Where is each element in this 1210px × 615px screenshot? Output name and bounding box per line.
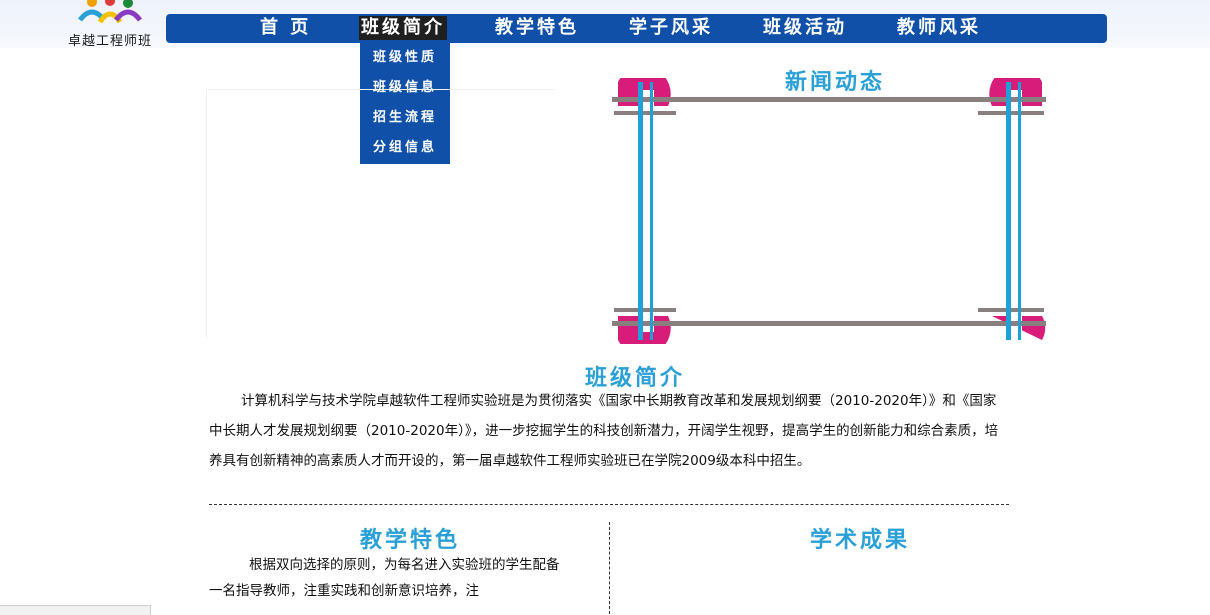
nav-item-class-intro[interactable]: 班级简介 (359, 16, 447, 40)
section-divider (209, 504, 1009, 505)
nav-item-teachers[interactable]: 教师风采 (897, 16, 981, 40)
logo-text: 卓越工程师班 (67, 34, 152, 49)
nav-item-activities[interactable]: 班级活动 (763, 16, 847, 40)
nav-item-teaching[interactable]: 教学特色 (495, 16, 579, 40)
teaching-text: 根据双向选择的原则，为每名进入实验班的学生配备一名指导教师，注重实践和创新意识培… (209, 557, 560, 599)
site-logo[interactable]: 卓越工程师班 (60, 0, 160, 49)
academic-title: 学术成果 (809, 527, 910, 553)
dropdown-item-class-nature[interactable]: 班级性质 (360, 43, 450, 73)
teaching-title: 教学特色 (359, 527, 460, 553)
slideshow-area (206, 89, 555, 338)
intro-text: 计算机科学与技术学院卓越软件工程师实验班是为贯彻落实《国家中长期教育改革和发展规… (209, 393, 999, 469)
nav-item-students[interactable]: 学子风采 (629, 16, 713, 40)
column-divider (609, 522, 610, 614)
logo-figures-icon (78, 0, 142, 24)
news-frame (612, 78, 1046, 344)
nav-item-home[interactable]: 首 页 (260, 16, 311, 40)
main-navbar: 首 页 班级简介 教学特色 学子风采 班级活动 教师风采 (166, 14, 1107, 43)
